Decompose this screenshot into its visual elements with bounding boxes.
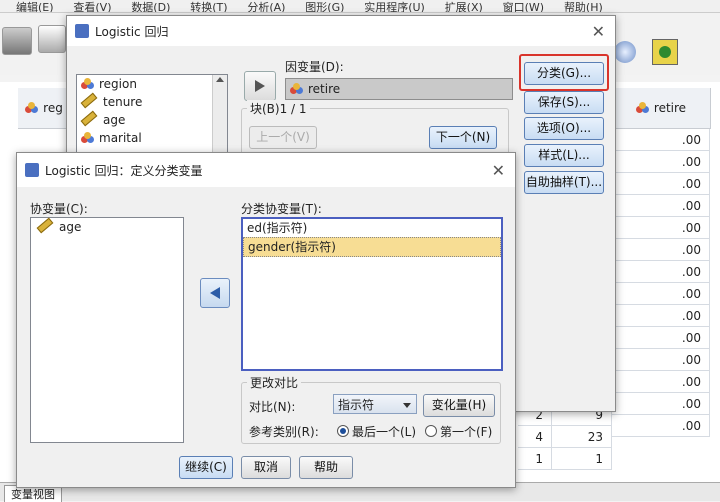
dialog-title: Logistic 回归: [95, 24, 169, 39]
arrow-left-icon: [210, 287, 220, 299]
retire-column: .00.00.00.00.00.00.00.00.00.00.00.00.00.…: [612, 129, 710, 437]
categorical-dialog: Logistic 回归：定义分类变量 ✕ 协变量(C): age 分类协变量(T…: [16, 152, 516, 488]
scrollbar[interactable]: [212, 75, 227, 153]
table-cell[interactable]: .00: [612, 283, 710, 305]
menu-edit[interactable]: 编辑(E): [16, 2, 54, 12]
nominal-icon: [81, 78, 95, 90]
logistic-dialog-titlebar: Logistic 回归 ✕: [67, 16, 615, 46]
print-icon[interactable]: [38, 25, 66, 53]
col-header-region[interactable]: reg: [18, 88, 71, 129]
scale-icon: [80, 92, 98, 109]
list-item[interactable]: age: [77, 110, 227, 129]
save-icon[interactable]: [2, 27, 32, 55]
next-block-button[interactable]: 下一个(N): [429, 126, 497, 149]
list-item[interactable]: age: [31, 217, 183, 236]
nominal-icon: [81, 132, 95, 144]
table-cell[interactable]: .00: [612, 415, 710, 437]
menu-extensions[interactable]: 扩展(X): [445, 2, 483, 12]
table-cell[interactable]: .00: [612, 305, 710, 327]
close-icon[interactable]: ✕: [592, 22, 605, 41]
dependent-label: 因变量(D):: [285, 60, 344, 74]
reference-category-label: 参考类别(R):: [249, 425, 319, 439]
spss-app-icon: [75, 24, 89, 38]
covariates-label: 协变量(C):: [30, 202, 88, 216]
menu-window[interactable]: 窗口(W): [503, 2, 544, 12]
table-cell[interactable]: .00: [612, 173, 710, 195]
change-button[interactable]: 变化量(H): [423, 394, 495, 417]
mid-column-b: 9 23 1: [552, 404, 612, 470]
contrast-label: 对比(N):: [249, 400, 296, 414]
table-cell[interactable]: .00: [612, 195, 710, 217]
continue-button[interactable]: 继续(C): [179, 456, 233, 479]
table-cell[interactable]: .00: [612, 151, 710, 173]
menu-bar: 编辑(E) 查看(V) 数据(D) 转换(T) 分析(A) 图形(G) 实用程序…: [0, 0, 720, 13]
list-item[interactable]: marital: [77, 129, 227, 147]
mid-column-a: 2 4 1: [518, 404, 552, 470]
table-cell[interactable]: .00: [612, 261, 710, 283]
nominal-icon: [635, 102, 650, 114]
arrow-right-icon: [255, 80, 265, 92]
list-item[interactable]: ed(指示符): [243, 219, 501, 237]
move-covariate-button[interactable]: [200, 278, 230, 308]
table-cell[interactable]: .00: [612, 371, 710, 393]
table-cell[interactable]: .00: [612, 239, 710, 261]
table-cell[interactable]: .00: [612, 349, 710, 371]
move-dependent-button[interactable]: [244, 71, 276, 101]
spss-app-icon: [25, 163, 39, 177]
style-button[interactable]: 样式(L)...: [524, 144, 604, 167]
radio-icon: [425, 425, 437, 437]
menu-data[interactable]: 数据(D): [131, 2, 170, 12]
table-cell[interactable]: .00: [612, 327, 710, 349]
list-item-selected[interactable]: gender(指示符): [243, 237, 501, 257]
table-cell[interactable]: 23: [552, 426, 612, 448]
radio-last[interactable]: 最后一个(L): [337, 423, 416, 440]
contrast-select[interactable]: 指示符: [333, 394, 417, 414]
close-icon[interactable]: ✕: [492, 161, 505, 180]
scale-icon: [80, 110, 98, 127]
block-label: 块(B)1 / 1: [247, 100, 310, 117]
menu-help[interactable]: 帮助(H): [564, 2, 603, 12]
change-contrast-label: 更改对比: [247, 374, 302, 391]
table-cell[interactable]: .00: [612, 393, 710, 415]
table-cell[interactable]: 1: [552, 448, 612, 470]
menu-graphs[interactable]: 图形(G): [305, 2, 344, 12]
menu-view[interactable]: 查看(V): [73, 2, 111, 12]
add-extension-icon[interactable]: [652, 39, 678, 65]
previous-block-button[interactable]: 上一个(V): [249, 126, 317, 149]
nominal-icon: [25, 102, 39, 114]
variable-list[interactable]: region tenure age marital: [76, 74, 228, 156]
globe-icon[interactable]: [614, 41, 636, 63]
categorical-covariates-list[interactable]: ed(指示符) gender(指示符): [241, 217, 503, 371]
categorical-dialog-titlebar: Logistic 回归：定义分类变量 ✕: [17, 153, 515, 187]
nominal-icon: [290, 83, 304, 95]
table-cell[interactable]: 4: [518, 426, 552, 448]
list-item[interactable]: region: [77, 75, 227, 93]
menu-analyze[interactable]: 分析(A): [247, 2, 285, 12]
dialog-title: Logistic 回归：定义分类变量: [45, 163, 203, 178]
menu-transform[interactable]: 转换(T): [190, 2, 227, 12]
categorical-covariates-label: 分类协变量(T):: [241, 202, 322, 216]
col-header-retire[interactable]: retire: [612, 88, 711, 129]
menu-utilities[interactable]: 实用程序(U): [364, 2, 425, 12]
options-button[interactable]: 选项(O)...: [524, 117, 604, 140]
table-cell[interactable]: 1: [518, 448, 552, 470]
dependent-field[interactable]: retire: [285, 78, 513, 100]
scroll-up-icon[interactable]: [216, 77, 224, 82]
cancel-button[interactable]: 取消: [241, 456, 291, 479]
save-button[interactable]: 保存(S)...: [524, 91, 604, 114]
bootstrap-button[interactable]: 自助抽样(T)...: [524, 171, 604, 194]
radio-icon: [337, 425, 349, 437]
table-cell[interactable]: .00: [612, 217, 710, 239]
list-item[interactable]: tenure: [77, 92, 227, 111]
help-button[interactable]: 帮助: [299, 456, 353, 479]
radio-first[interactable]: 第一个(F): [425, 423, 492, 440]
chevron-down-icon: [403, 403, 411, 408]
scale-icon: [36, 217, 54, 234]
highlight-box: [519, 54, 609, 91]
table-cell[interactable]: .00: [612, 129, 710, 151]
covariates-list[interactable]: age: [30, 217, 184, 443]
